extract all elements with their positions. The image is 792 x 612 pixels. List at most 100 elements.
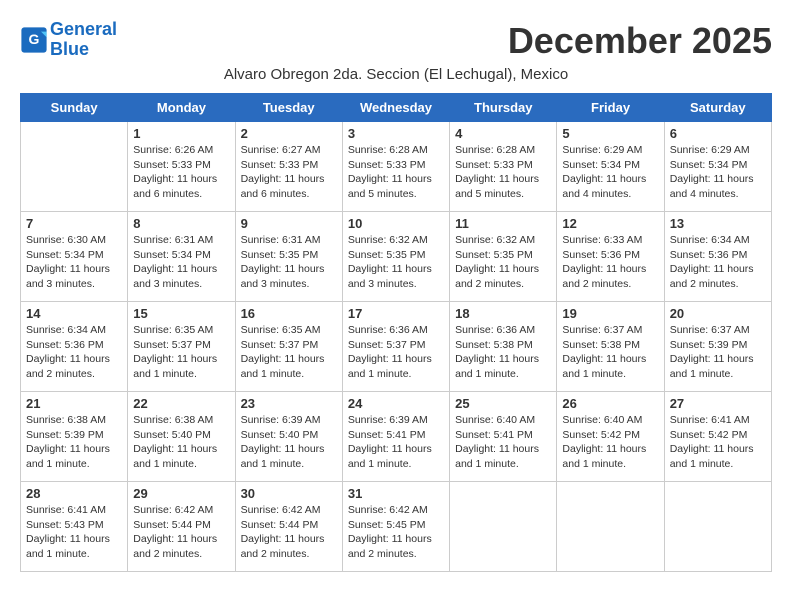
- calendar-cell: 26Sunrise: 6:40 AM Sunset: 5:42 PM Dayli…: [557, 392, 664, 482]
- svg-text:G: G: [29, 31, 40, 47]
- day-info: Sunrise: 6:39 AM Sunset: 5:41 PM Dayligh…: [348, 413, 444, 472]
- day-info: Sunrise: 6:31 AM Sunset: 5:34 PM Dayligh…: [133, 233, 229, 292]
- calendar-week-3: 14 Sunrise: 6:34 AM Sunset: 5:36 PM Dayli…: [21, 302, 772, 392]
- day-info: Sunrise: 6:35 AM Sunset: 5:37 PM Dayligh…: [241, 323, 337, 382]
- day-info: Sunrise: 6:32 AM Sunset: 5:35 PM Dayligh…: [455, 233, 551, 292]
- header-tuesday: Tuesday: [235, 94, 342, 122]
- calendar-cell: 18 Sunrise: 6:36 AM Sunset: 5:38 PM Dayli…: [450, 302, 557, 392]
- day-info: Sunrise: 6:34 AM Sunset: 5:36 PM Dayligh…: [670, 233, 766, 292]
- day-info: Sunrise: 6:42 AM Sunset: 5:44 PM Dayligh…: [133, 503, 229, 562]
- calendar-cell: 10 Sunrise: 6:32 AM Sunset: 5:35 PM Dayli…: [342, 212, 449, 302]
- calendar-cell: [450, 482, 557, 572]
- day-info: Sunrise: 6:40 AM Sunset: 5:41 PM Dayligh…: [455, 413, 551, 472]
- calendar-cell: 1 Sunrise: 6:26 AM Sunset: 5:33 PM Daylig…: [128, 122, 235, 212]
- calendar-cell: 8Sunrise: 6:31 AM Sunset: 5:34 PM Daylig…: [128, 212, 235, 302]
- calendar-cell: 4 Sunrise: 6:28 AM Sunset: 5:33 PM Daylig…: [450, 122, 557, 212]
- day-number: 12: [562, 216, 658, 231]
- calendar-cell: 3Sunrise: 6:28 AM Sunset: 5:33 PM Daylig…: [342, 122, 449, 212]
- calendar-cell: 17 Sunrise: 6:36 AM Sunset: 5:37 PM Dayli…: [342, 302, 449, 392]
- day-info: Sunrise: 6:41 AM Sunset: 5:43 PM Dayligh…: [26, 503, 122, 562]
- day-info: Sunrise: 6:42 AM Sunset: 5:45 PM Dayligh…: [348, 503, 444, 562]
- day-number: 29: [133, 486, 229, 501]
- day-info: Sunrise: 6:37 AM Sunset: 5:38 PM Dayligh…: [562, 323, 658, 382]
- calendar-cell: 16 Sunrise: 6:35 AM Sunset: 5:37 PM Dayli…: [235, 302, 342, 392]
- calendar-cell: 30Sunrise: 6:42 AM Sunset: 5:44 PM Dayli…: [235, 482, 342, 572]
- calendar-cell: 22 Sunrise: 6:38 AM Sunset: 5:40 PM Dayli…: [128, 392, 235, 482]
- header-wednesday: Wednesday: [342, 94, 449, 122]
- calendar-week-2: 7Sunrise: 6:30 AM Sunset: 5:34 PM Daylig…: [21, 212, 772, 302]
- day-number: 19: [562, 306, 658, 321]
- day-number: 15: [133, 306, 229, 321]
- logo-icon: G: [20, 26, 48, 54]
- day-number: 27: [670, 396, 766, 411]
- calendar-cell: 2Sunrise: 6:27 AM Sunset: 5:33 PM Daylig…: [235, 122, 342, 212]
- day-number: 16: [241, 306, 337, 321]
- day-info: Sunrise: 6:29 AM Sunset: 5:34 PM Dayligh…: [670, 143, 766, 202]
- day-number: 14: [26, 306, 122, 321]
- day-info: Sunrise: 6:38 AM Sunset: 5:40 PM Dayligh…: [133, 413, 229, 472]
- day-number: 2: [241, 126, 337, 141]
- day-number: 1: [133, 126, 229, 141]
- day-number: 20: [670, 306, 766, 321]
- calendar-cell: 13Sunrise: 6:34 AM Sunset: 5:36 PM Dayli…: [664, 212, 771, 302]
- day-info: Sunrise: 6:26 AM Sunset: 5:33 PM Dayligh…: [133, 143, 229, 202]
- logo: G GeneralBlue: [20, 20, 117, 60]
- calendar-cell: 20 Sunrise: 6:37 AM Sunset: 5:39 PM Dayli…: [664, 302, 771, 392]
- calendar-cell: [664, 482, 771, 572]
- calendar-cell: 25Sunrise: 6:40 AM Sunset: 5:41 PM Dayli…: [450, 392, 557, 482]
- calendar-table: Sunday Monday Tuesday Wednesday Thursday…: [20, 93, 772, 572]
- calendar-cell: 15 Sunrise: 6:35 AM Sunset: 5:37 PM Dayli…: [128, 302, 235, 392]
- header-saturday: Saturday: [664, 94, 771, 122]
- calendar-cell: [557, 482, 664, 572]
- day-number: 22: [133, 396, 229, 411]
- day-number: 17: [348, 306, 444, 321]
- day-number: 30: [241, 486, 337, 501]
- day-number: 23: [241, 396, 337, 411]
- day-info: Sunrise: 6:36 AM Sunset: 5:37 PM Dayligh…: [348, 323, 444, 382]
- calendar-week-4: 21Sunrise: 6:38 AM Sunset: 5:39 PM Dayli…: [21, 392, 772, 482]
- day-info: Sunrise: 6:28 AM Sunset: 5:33 PM Dayligh…: [348, 143, 444, 202]
- logo-text: GeneralBlue: [50, 20, 117, 60]
- title-section: December 2025: [508, 20, 772, 62]
- day-info: Sunrise: 6:37 AM Sunset: 5:39 PM Dayligh…: [670, 323, 766, 382]
- day-number: 7: [26, 216, 122, 231]
- calendar-cell: 27 Sunrise: 6:41 AM Sunset: 5:42 PM Dayli…: [664, 392, 771, 482]
- calendar-cell: 28Sunrise: 6:41 AM Sunset: 5:43 PM Dayli…: [21, 482, 128, 572]
- header-friday: Friday: [557, 94, 664, 122]
- calendar-header: Sunday Monday Tuesday Wednesday Thursday…: [21, 94, 772, 122]
- calendar-cell: 29 Sunrise: 6:42 AM Sunset: 5:44 PM Dayli…: [128, 482, 235, 572]
- calendar-cell: 21Sunrise: 6:38 AM Sunset: 5:39 PM Dayli…: [21, 392, 128, 482]
- calendar-week-1: 1 Sunrise: 6:26 AM Sunset: 5:33 PM Daylig…: [21, 122, 772, 212]
- calendar-cell: 7Sunrise: 6:30 AM Sunset: 5:34 PM Daylig…: [21, 212, 128, 302]
- day-info: Sunrise: 6:31 AM Sunset: 5:35 PM Dayligh…: [241, 233, 337, 292]
- day-info: Sunrise: 6:41 AM Sunset: 5:42 PM Dayligh…: [670, 413, 766, 472]
- day-number: 18: [455, 306, 551, 321]
- day-number: 4: [455, 126, 551, 141]
- calendar-cell: 14 Sunrise: 6:34 AM Sunset: 5:36 PM Dayli…: [21, 302, 128, 392]
- day-number: 26: [562, 396, 658, 411]
- header-row: Sunday Monday Tuesday Wednesday Thursday…: [21, 94, 772, 122]
- month-title: December 2025: [508, 20, 772, 62]
- day-number: 9: [241, 216, 337, 231]
- day-info: Sunrise: 6:38 AM Sunset: 5:39 PM Dayligh…: [26, 413, 122, 472]
- calendar-cell: 11 Sunrise: 6:32 AM Sunset: 5:35 PM Dayli…: [450, 212, 557, 302]
- day-info: Sunrise: 6:34 AM Sunset: 5:36 PM Dayligh…: [26, 323, 122, 382]
- calendar-cell: 5Sunrise: 6:29 AM Sunset: 5:34 PM Daylig…: [557, 122, 664, 212]
- day-number: 24: [348, 396, 444, 411]
- calendar-cell: 31 Sunrise: 6:42 AM Sunset: 5:45 PM Dayli…: [342, 482, 449, 572]
- calendar-cell: 9 Sunrise: 6:31 AM Sunset: 5:35 PM Daylig…: [235, 212, 342, 302]
- calendar-cell: 23 Sunrise: 6:39 AM Sunset: 5:40 PM Dayli…: [235, 392, 342, 482]
- day-info: Sunrise: 6:39 AM Sunset: 5:40 PM Dayligh…: [241, 413, 337, 472]
- calendar-cell: 12Sunrise: 6:33 AM Sunset: 5:36 PM Dayli…: [557, 212, 664, 302]
- day-info: Sunrise: 6:36 AM Sunset: 5:38 PM Dayligh…: [455, 323, 551, 382]
- day-number: 31: [348, 486, 444, 501]
- day-info: Sunrise: 6:35 AM Sunset: 5:37 PM Dayligh…: [133, 323, 229, 382]
- header-thursday: Thursday: [450, 94, 557, 122]
- day-info: Sunrise: 6:32 AM Sunset: 5:35 PM Dayligh…: [348, 233, 444, 292]
- calendar-cell: [21, 122, 128, 212]
- header-sunday: Sunday: [21, 94, 128, 122]
- day-number: 11: [455, 216, 551, 231]
- day-number: 10: [348, 216, 444, 231]
- day-info: Sunrise: 6:28 AM Sunset: 5:33 PM Dayligh…: [455, 143, 551, 202]
- day-number: 5: [562, 126, 658, 141]
